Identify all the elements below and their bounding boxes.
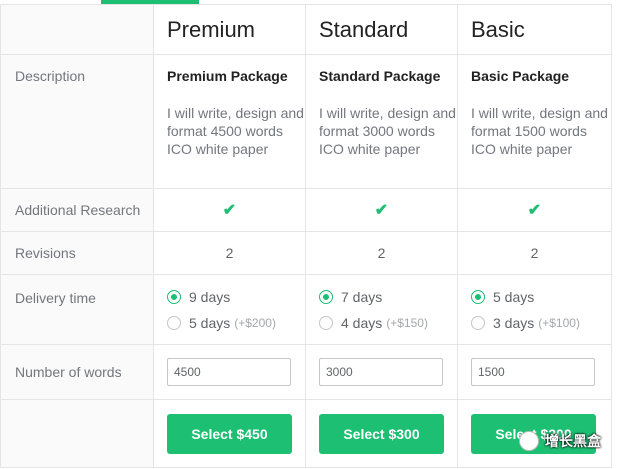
description-title: Premium Package bbox=[167, 68, 288, 84]
row-label-delivery: Delivery time bbox=[0, 274, 154, 345]
description-title: Basic Package bbox=[471, 68, 570, 84]
description-cell-standard: Standard Package I will write, design an… bbox=[305, 54, 458, 189]
research-cell-basic: ✔ bbox=[457, 188, 612, 232]
delivery-option-label: 9 days bbox=[189, 288, 231, 305]
delivery-row: Delivery time 9 days 5 days (+$200) 7 day… bbox=[0, 274, 612, 345]
select-cell-premium: Select $450 bbox=[153, 399, 306, 468]
revisions-row: Revisions 2 2 2 bbox=[0, 231, 612, 275]
row-label-revisions: Revisions bbox=[0, 231, 154, 275]
delivery-option-label: 7 days bbox=[341, 288, 383, 305]
package-name: Standard bbox=[319, 16, 409, 42]
delivery-extra-cost: (+$150) bbox=[386, 315, 428, 330]
package-header-basic: Basic bbox=[457, 4, 612, 55]
words-cell-basic bbox=[457, 344, 612, 400]
revisions-value-premium: 2 bbox=[153, 231, 306, 275]
words-cell-premium bbox=[153, 344, 306, 400]
words-row: Number of words bbox=[0, 344, 612, 400]
delivery-option[interactable]: 9 days bbox=[167, 284, 305, 310]
radio-unselected-icon[interactable] bbox=[167, 315, 181, 330]
delivery-option[interactable]: 5 days (+$200) bbox=[167, 310, 305, 336]
select-cell-standard: Select $300 bbox=[305, 399, 458, 468]
package-name: Basic bbox=[471, 16, 525, 42]
package-header-standard: Standard bbox=[305, 4, 458, 55]
radio-selected-icon[interactable] bbox=[167, 289, 181, 304]
select-standard-button[interactable]: Select $300 bbox=[319, 413, 444, 454]
row-label-research: Additional Research bbox=[0, 188, 154, 232]
package-name: Premium bbox=[167, 16, 256, 42]
row-label-description: Description bbox=[0, 54, 154, 189]
description-title: Standard Package bbox=[319, 68, 441, 84]
description-cell-basic: Basic Package I will write, design and f… bbox=[457, 54, 612, 189]
words-input-premium[interactable] bbox=[167, 358, 291, 386]
select-premium-button[interactable]: Select $450 bbox=[167, 413, 292, 454]
package-comparison-table: Premium Standard Basic Description Premi… bbox=[0, 4, 612, 468]
header-empty-cell bbox=[0, 4, 154, 55]
delivery-option[interactable]: 3 days (+$100) bbox=[471, 310, 611, 336]
row-label-words: Number of words bbox=[0, 344, 154, 400]
words-cell-standard bbox=[305, 344, 458, 400]
delivery-option-label: 3 days bbox=[493, 314, 535, 331]
delivery-option[interactable]: 5 days bbox=[471, 284, 611, 310]
delivery-option-label: 5 days bbox=[493, 288, 535, 305]
description-text: I will write, design and format 4500 wor… bbox=[167, 105, 304, 157]
radio-unselected-icon[interactable] bbox=[319, 315, 333, 330]
words-input-standard[interactable] bbox=[319, 358, 443, 386]
check-icon: ✔ bbox=[222, 202, 237, 219]
delivery-extra-cost: (+$200) bbox=[234, 315, 276, 330]
delivery-option-label: 5 days bbox=[189, 314, 231, 331]
research-row: Additional Research ✔ ✔ ✔ bbox=[0, 188, 612, 232]
watermark: 增长黑盒 bbox=[519, 431, 601, 451]
research-cell-premium: ✔ bbox=[153, 188, 306, 232]
delivery-option[interactable]: 4 days (+$150) bbox=[319, 310, 457, 336]
package-header-premium: Premium bbox=[153, 4, 306, 55]
research-cell-standard: ✔ bbox=[305, 188, 458, 232]
radio-selected-icon[interactable] bbox=[471, 289, 485, 304]
watermark-text: 增长黑盒 bbox=[545, 433, 601, 449]
delivery-option-label: 4 days bbox=[341, 314, 383, 331]
delivery-cell-basic: 5 days 3 days (+$100) bbox=[457, 274, 612, 345]
delivery-cell-premium: 9 days 5 days (+$200) bbox=[153, 274, 306, 345]
revisions-value-standard: 2 bbox=[305, 231, 458, 275]
wechat-icon bbox=[519, 431, 539, 451]
revisions-value-basic: 2 bbox=[457, 231, 612, 275]
description-text: I will write, design and format 3000 wor… bbox=[319, 105, 456, 157]
description-text: I will write, design and format 1500 wor… bbox=[471, 105, 608, 157]
delivery-cell-standard: 7 days 4 days (+$150) bbox=[305, 274, 458, 345]
radio-selected-icon[interactable] bbox=[319, 289, 333, 304]
description-cell-premium: Premium Package I will write, design and… bbox=[153, 54, 306, 189]
delivery-extra-cost: (+$100) bbox=[538, 315, 580, 330]
package-header-row: Premium Standard Basic bbox=[0, 4, 612, 55]
check-icon: ✔ bbox=[374, 202, 389, 219]
words-input-basic[interactable] bbox=[471, 358, 595, 386]
select-empty-cell bbox=[0, 399, 154, 468]
description-row: Description Premium Package I will write… bbox=[0, 54, 612, 189]
radio-unselected-icon[interactable] bbox=[471, 315, 485, 330]
check-icon: ✔ bbox=[527, 202, 542, 219]
delivery-option[interactable]: 7 days bbox=[319, 284, 457, 310]
